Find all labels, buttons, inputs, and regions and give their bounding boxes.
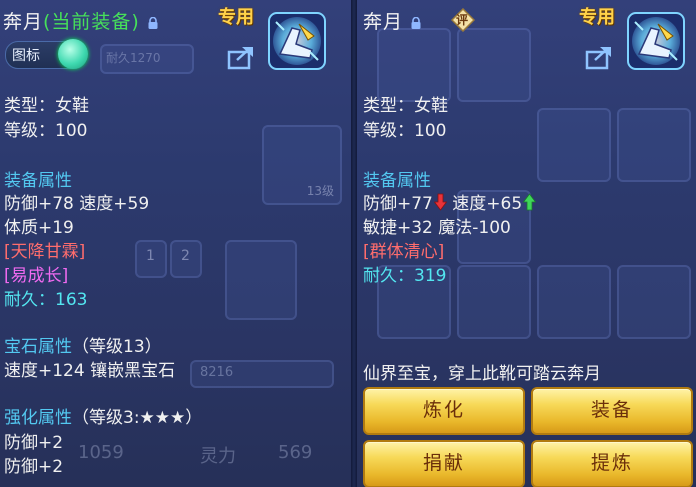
bg-number1-text: 8216 — [200, 365, 234, 380]
bg-slot-ghost-1: 13级 — [262, 125, 342, 205]
enhance-attr-line1: 防御+2 — [4, 433, 64, 453]
item-description: 仙界至宝，穿上此靴可踏云奔月 — [363, 364, 601, 384]
compare-attr-header: 装备属性 — [363, 171, 431, 191]
compare-type-line: 类型：女鞋 — [363, 96, 448, 116]
compare-attr-line1: 防御+77 速度+65 — [363, 189, 537, 214]
icon-toggle[interactable]: 图标 — [5, 39, 88, 69]
enhance-level: （等级3:★★★） — [72, 408, 203, 428]
bg-slot-1: 1 — [135, 240, 167, 278]
equip-attr-line2: 体质+19 — [4, 218, 74, 238]
compare-durability-value: 319 — [414, 266, 447, 286]
bg-slot1-text: 1 — [146, 248, 155, 264]
lock-icon — [411, 17, 421, 29]
compare-level-line: 等级：100 — [363, 121, 447, 141]
bg-ghost-r9 — [617, 265, 691, 339]
boot-item-icon[interactable] — [266, 10, 328, 72]
current-equipment-panel: 耐久1270 13级 1 2 8216 1059 灵力 569 奔月(当前装备)… — [0, 0, 351, 487]
gem-header-line: 宝石属性（等级13） — [4, 332, 162, 357]
compare-equipment-panel: 奔月 评 专用 类型：女鞋 等级：100 装备属性 防御+77 速度+65 敏捷… — [357, 0, 696, 487]
level-line: 等级：100 — [4, 121, 88, 141]
bg-slot2-text: 2 — [181, 248, 190, 264]
durability-line: 耐久：163 — [4, 285, 87, 310]
evaluate-badge[interactable]: 评 — [450, 7, 476, 33]
durability-value: 163 — [55, 290, 88, 310]
special-tag: 专用 — [218, 7, 254, 28]
bg-quality-text: 13级 — [306, 184, 334, 198]
item-title: 奔月(当前装备) — [3, 7, 159, 34]
share-icon[interactable] — [584, 44, 614, 70]
equip-attr-header: 装备属性 — [4, 171, 72, 191]
bg-slot-ghost-2 — [225, 240, 297, 320]
compare-item-name: 奔月 — [363, 11, 404, 33]
lock-icon — [148, 17, 158, 29]
bg-ghost-r4 — [617, 108, 691, 182]
donate-button[interactable]: 捐献 — [363, 440, 525, 487]
refine-button[interactable]: 炼化 — [363, 387, 525, 435]
compare-durability-line: 耐久：319 — [363, 261, 446, 286]
bg-spirit-text: 灵力 — [200, 446, 236, 467]
compare-item-title: 奔月 — [363, 7, 422, 34]
bg-number-bar: 8216 — [190, 360, 334, 388]
bg-durability-ghost: 耐久1270 — [100, 44, 194, 74]
bg-ghost-r8 — [537, 265, 611, 339]
compare-attr-line2: 敏捷+32 魔法-100 — [363, 218, 511, 238]
toggle-knob[interactable] — [58, 39, 88, 69]
bg-ghost-r3 — [537, 108, 611, 182]
bg-spirit-value-text: 569 — [278, 442, 313, 463]
enhance-attr-line2: 防御+2 — [4, 457, 64, 477]
up-arrow-icon — [523, 193, 537, 211]
compare-special-tag: 专用 — [579, 7, 615, 28]
item-name: 奔月 — [3, 11, 44, 33]
compare-speed: 速度+65 — [452, 194, 523, 214]
enhance-header: 强化属性 — [4, 408, 72, 428]
compare-effect-special: [群体清心] — [363, 242, 445, 262]
enhance-header-line: 强化属性（等级3:★★★） — [4, 403, 202, 428]
share-icon[interactable] — [226, 44, 256, 70]
bg-slot-2: 2 — [170, 240, 202, 278]
evaluate-badge-label: 评 — [456, 13, 469, 27]
gem-level: （等级13） — [72, 337, 162, 357]
effect-special-2: [易成长] — [4, 266, 69, 286]
boot-item-icon[interactable] — [625, 10, 687, 72]
effect-special-1: [天降甘霖] — [4, 242, 86, 262]
durability-label: 耐久： — [4, 290, 55, 310]
compare-defense: 防御+77 — [363, 194, 433, 214]
type-line: 类型：女鞋 — [4, 96, 89, 116]
gem-attr-line: 速度+124 镶嵌黑宝石 — [4, 361, 176, 381]
icon-toggle-label: 图标 — [12, 48, 40, 64]
bg-number2-text: 1059 — [78, 442, 124, 463]
bg-ghost-r2 — [457, 28, 531, 102]
bg-ghost-r7 — [457, 265, 531, 339]
down-arrow-icon — [433, 193, 447, 211]
equip-button[interactable]: 装备 — [531, 387, 693, 435]
current-equipped-label: (当前装备) — [43, 11, 140, 33]
bg-durability-text: 耐久1270 — [106, 51, 161, 65]
equip-attr-line1: 防御+78 速度+59 — [4, 194, 150, 214]
extract-button[interactable]: 提炼 — [531, 440, 693, 487]
compare-durability-label: 耐久： — [363, 266, 414, 286]
gem-header: 宝石属性 — [4, 337, 72, 357]
